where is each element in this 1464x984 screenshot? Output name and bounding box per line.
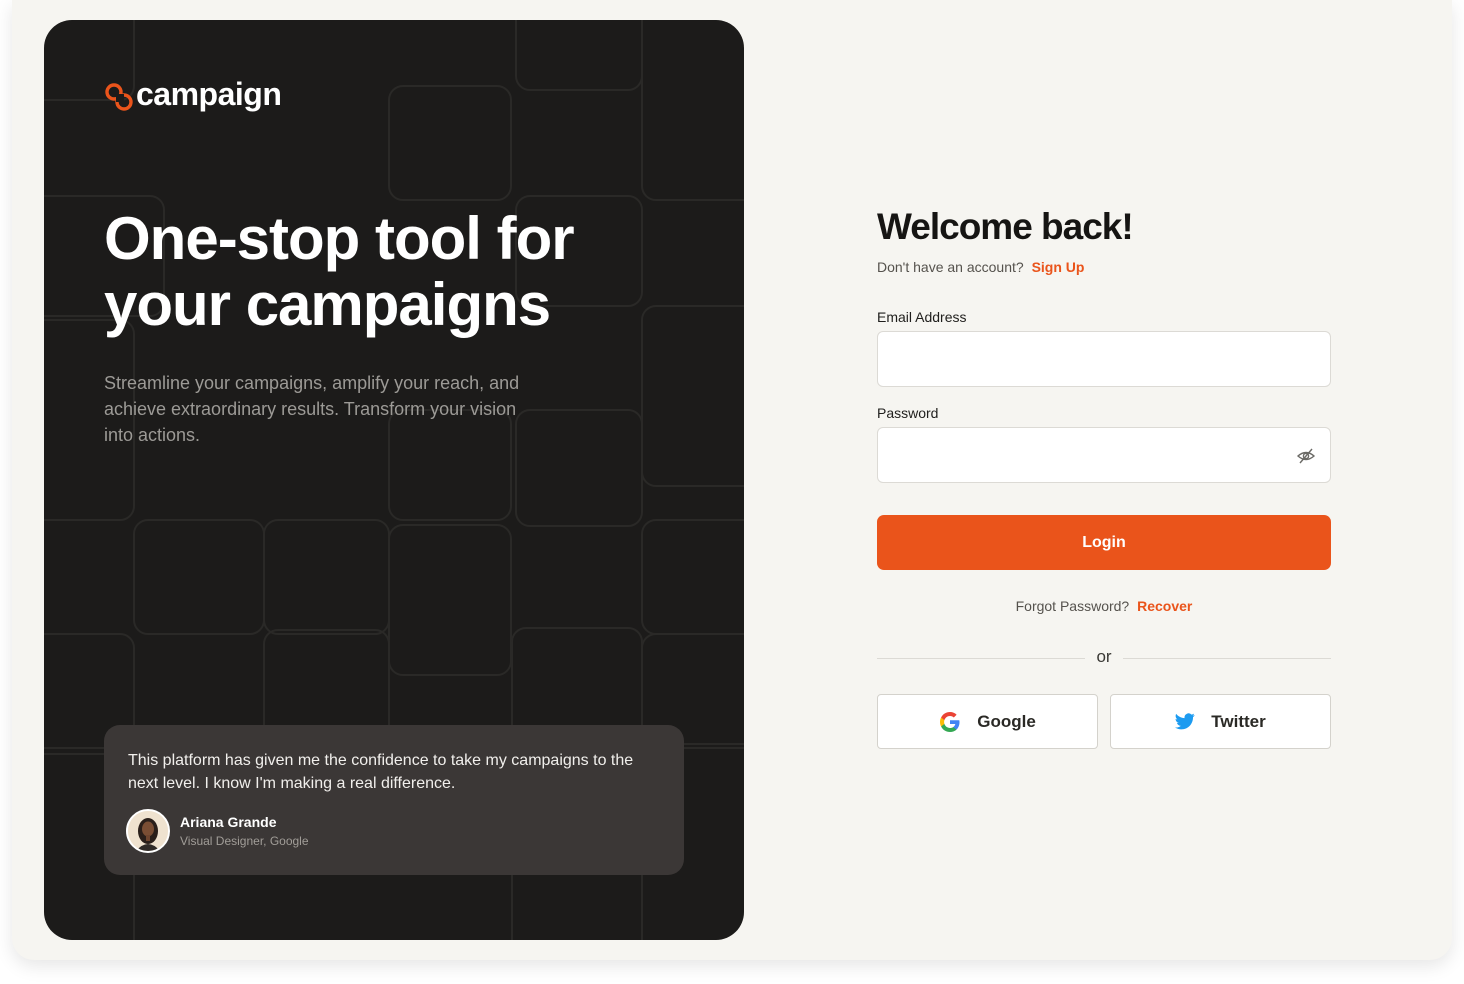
page-frame: campaign One-stop tool for your campaign… — [12, 0, 1452, 960]
brand-name: campaign — [136, 76, 282, 112]
hero-panel: campaign One-stop tool for your campaign… — [44, 20, 744, 940]
hero-title: One-stop tool for your campaigns — [104, 205, 575, 338]
hero-subtitle: Streamline your campaigns, amplify your … — [104, 373, 520, 445]
twitter-label: Twitter — [1211, 711, 1266, 731]
testimonial-card: This platform has given me the confidenc… — [104, 725, 684, 875]
author-role: Visual Designer, Google — [180, 834, 309, 848]
recover-link[interactable]: Recover — [1137, 598, 1192, 614]
eye-off-icon[interactable] — [1296, 446, 1316, 466]
divider-line-right — [1122, 657, 1331, 659]
password-wrapper — [877, 421, 1331, 483]
email-field[interactable] — [877, 331, 1331, 387]
author-name: Ariana Grande — [180, 814, 277, 830]
twitter-icon — [1175, 713, 1195, 730]
password-field[interactable] — [877, 427, 1331, 483]
avatar — [126, 809, 170, 853]
testimonial-quote: This platform has given me the confidenc… — [128, 752, 634, 792]
brand-logo[interactable]: campaign — [104, 76, 282, 112]
forgot-password-text: Forgot Password? — [1015, 598, 1130, 614]
divider-text: or — [1096, 647, 1112, 666]
google-login-button[interactable]: Google — [877, 694, 1098, 749]
or-divider: or — [877, 647, 1331, 666]
login-heading: Welcome back! — [877, 206, 1134, 247]
avatar-photo-icon — [128, 811, 168, 851]
twitter-login-button[interactable]: Twitter — [1110, 694, 1331, 749]
signup-link[interactable]: Sign Up — [1032, 259, 1085, 275]
google-label: Google — [977, 711, 1036, 731]
login-button[interactable]: Login — [877, 515, 1331, 570]
password-label: Password — [877, 405, 939, 421]
forgot-password-row: Forgot Password? Recover — [877, 598, 1331, 614]
email-label: Email Address — [877, 309, 967, 325]
campaign-logo-icon — [105, 83, 133, 111]
login-form: Welcome back! Don't have an account? Sig… — [877, 205, 1331, 749]
signup-prompt: Don't have an account? Sign Up — [877, 259, 1331, 275]
divider-line-left — [877, 657, 1086, 659]
testimonial-author: Ariana Grande Visual Designer, Google — [126, 809, 309, 853]
no-account-text: Don't have an account? — [877, 259, 1024, 275]
google-icon — [940, 711, 960, 732]
social-login-buttons: Google Twitter — [877, 694, 1331, 749]
